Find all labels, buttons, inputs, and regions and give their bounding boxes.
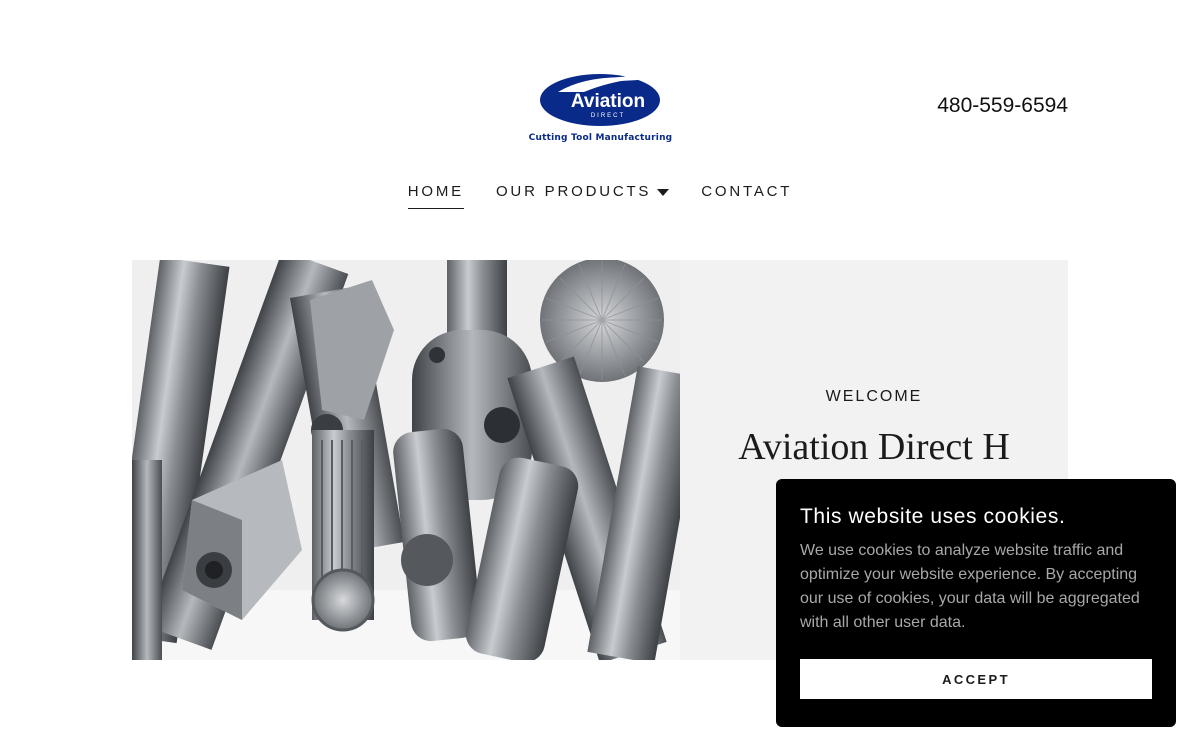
logo-tagline: Cutting Tool Manufacturing	[528, 133, 673, 143]
nav-our-products-label: OUR PRODUCTS	[495, 183, 652, 200]
logo-subtext: DIRECT	[591, 113, 625, 119]
hero-title: Aviation Direct H	[738, 426, 1010, 468]
logo-ellipse-mark: Aviation DIRECT	[540, 74, 660, 126]
nav-contact-label: CONTACT	[701, 183, 793, 200]
hero-eyebrow: WELCOME	[825, 388, 923, 405]
hero-image	[132, 260, 680, 660]
nav-contact[interactable]: CONTACT	[685, 182, 808, 210]
accept-cookies-button[interactable]: ACCEPT	[800, 659, 1152, 699]
logo-text: Aviation	[571, 91, 645, 112]
nav-home[interactable]: HOME	[392, 182, 480, 210]
nav-our-products[interactable]: OUR PRODUCTS	[480, 182, 685, 210]
cookie-banner-title: This website uses cookies.	[800, 505, 1066, 528]
main-nav: HOME OUR PRODUCTS CONTACT	[0, 182, 1200, 212]
phone-link[interactable]: 480-559-6594	[900, 94, 1068, 118]
site-logo[interactable]: Aviation DIRECT Cutting Tool Manufacturi…	[528, 72, 673, 148]
nav-home-label: HOME	[407, 182, 464, 209]
cookie-banner: This website uses cookies. We use cookie…	[776, 479, 1176, 727]
cookie-banner-body: We use cookies to analyze website traffi…	[800, 542, 1140, 631]
caret-down-icon	[657, 189, 670, 196]
